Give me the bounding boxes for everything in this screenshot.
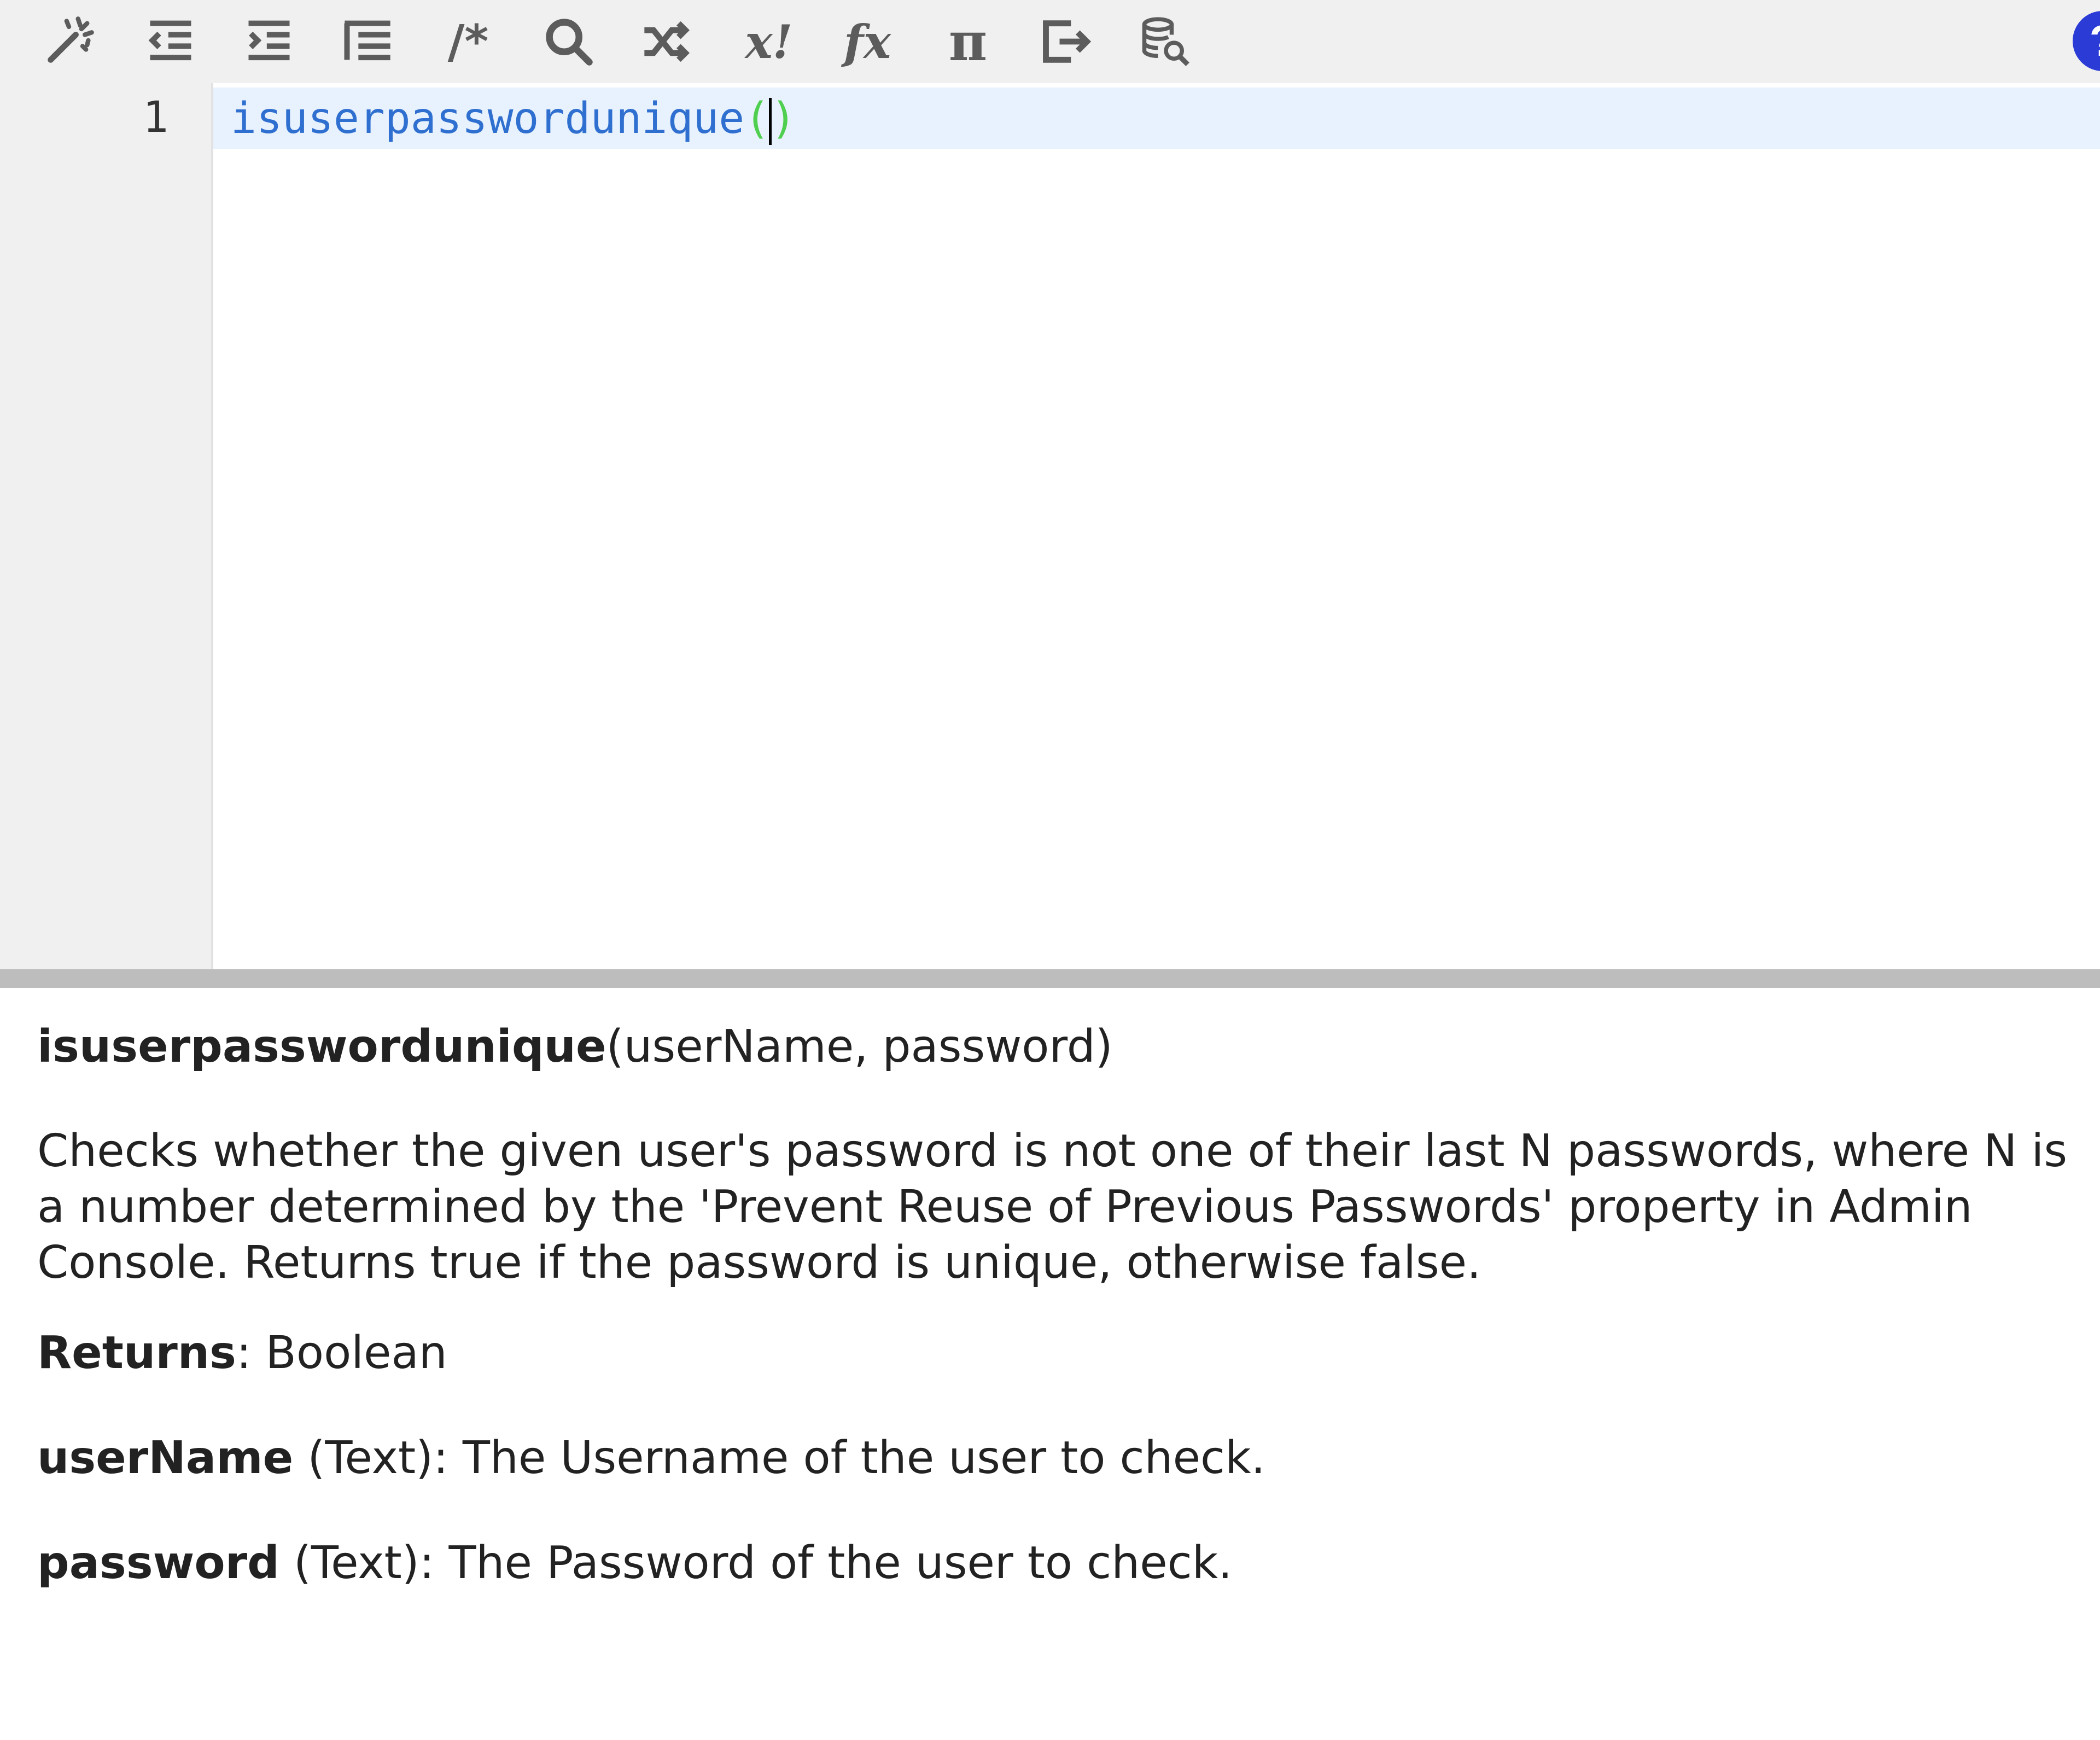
code-open-paren: ( [744, 94, 771, 143]
line-number: 1 [143, 93, 168, 142]
editor-toolbar: /* x! fx π [0, 0, 2100, 83]
panel-splitter[interactable] [0, 969, 2100, 988]
comment-icon[interactable]: /* [432, 5, 504, 78]
code-line[interactable]: isuserpasswordunique() [231, 89, 796, 149]
database-search-icon[interactable] [1129, 5, 1201, 78]
shuffle-icon[interactable] [631, 5, 703, 78]
code-function-token: isuserpasswordunique [231, 94, 745, 143]
factorial-icon[interactable]: x! [733, 5, 805, 78]
line-number-gutter: 1 [0, 83, 213, 969]
param-password: password (Text): The Password of the use… [37, 1537, 1232, 1589]
magic-wand-icon[interactable] [33, 5, 105, 78]
function-params: (userName, password) [606, 1021, 1113, 1073]
function-name: isuserpasswordunique [37, 1021, 606, 1073]
code-editor[interactable]: 1 isuserpasswordunique() [0, 83, 2100, 969]
export-icon[interactable] [1030, 5, 1102, 78]
list-format-icon[interactable] [331, 5, 404, 78]
param-description: (Text): The Username of the user to chec… [293, 1432, 1265, 1484]
function-description: Checks whether the given user's password… [37, 1125, 2068, 1289]
param-name: password [37, 1537, 279, 1589]
code-close-paren: ) [771, 94, 797, 143]
search-icon[interactable] [533, 5, 605, 78]
return-type: Returns: Boolean [37, 1327, 447, 1379]
returns-label: Returns [37, 1327, 236, 1379]
indent-icon[interactable] [233, 5, 305, 78]
returns-value: : Boolean [236, 1327, 447, 1379]
param-username: userName (Text): The Username of the use… [37, 1432, 1265, 1484]
param-description: (Text): The Password of the user to chec… [279, 1537, 1233, 1589]
pi-icon[interactable]: π [932, 5, 1004, 78]
outdent-icon[interactable] [135, 5, 207, 78]
param-name: userName [37, 1432, 294, 1484]
function-icon[interactable]: fx [831, 5, 903, 78]
function-signature: isuserpasswordunique(userName, password) [37, 1021, 1113, 1073]
help-button[interactable]: ? [2073, 11, 2100, 71]
